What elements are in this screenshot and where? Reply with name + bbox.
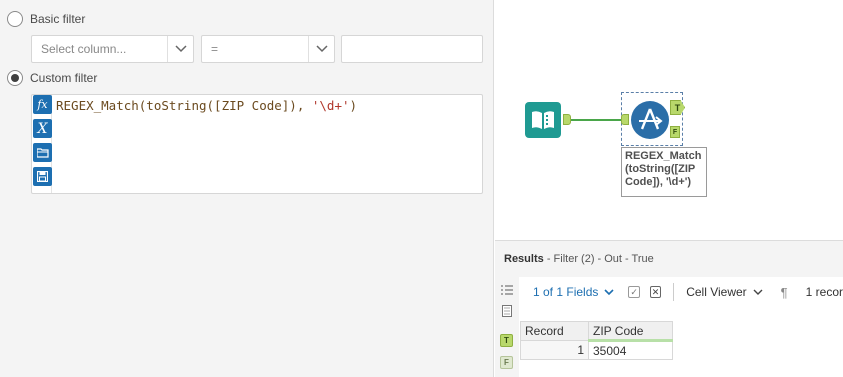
variable-icon[interactable]: X (33, 119, 52, 138)
false-output-anchor[interactable]: F (670, 126, 680, 138)
cell-viewer-dropdown[interactable]: Cell Viewer (686, 285, 763, 299)
pilcrow-icon[interactable]: ¶ (781, 285, 788, 300)
basic-filter-option[interactable]: Basic filter (7, 11, 85, 27)
expression-prefix: REGEX_Match(toString([ZIP Code]), (56, 98, 312, 113)
filter-tool[interactable] (631, 101, 669, 139)
filter-icon (639, 108, 663, 130)
results-header: Results - Filter (2) - Out - True (504, 253, 654, 265)
column-header-record[interactable]: Record (520, 321, 589, 341)
filter-value-input[interactable] (341, 35, 483, 63)
table-row: 1 35004 (520, 340, 673, 360)
expression-editor[interactable]: fx X REGEX_Match(toString([ZIP Code]), '… (31, 94, 483, 194)
basic-filter-label: Basic filter (30, 12, 86, 26)
chevron-down-icon (753, 289, 763, 295)
connection-line[interactable] (571, 119, 623, 121)
record-number-cell[interactable]: 1 (520, 340, 589, 360)
false-anchor-badge[interactable]: F (500, 356, 513, 369)
operator-select[interactable]: = (201, 35, 335, 63)
fields-dropdown[interactable]: 1 of 1 Fields (533, 285, 614, 299)
results-sidebar: T F (495, 275, 519, 377)
function-icon[interactable]: fx (33, 95, 52, 114)
results-title: Results (504, 253, 544, 265)
results-table: Record ZIP Code 1 35004 (520, 321, 673, 360)
fields-label: 1 of 1 Fields (533, 285, 599, 299)
list-icon[interactable] (500, 283, 514, 297)
custom-filter-radio[interactable] (7, 70, 23, 86)
true-anchor-badge[interactable]: T (500, 334, 513, 347)
results-grid-area: 1 of 1 Fields ✓ ✕ Cell Viewer ¶ 1 recor … (519, 277, 843, 377)
table-header-row: Record ZIP Code (520, 321, 673, 342)
results-subtitle: - Filter (2) - Out - True (546, 253, 654, 265)
input-data-tool[interactable] (525, 102, 561, 138)
expression-string-literal: '\d+' (311, 98, 350, 113)
close-box-icon[interactable]: ✕ (649, 286, 662, 298)
expression-suffix: ) (349, 98, 358, 113)
output-anchor[interactable] (563, 114, 571, 125)
zip-code-cell[interactable]: 35004 (588, 340, 673, 360)
tool-annotation: REGEX_Match (toString([ZIP Code]), '\d+'… (621, 147, 707, 197)
editor-gutter: fx X (32, 95, 52, 193)
expression-text[interactable]: REGEX_Match(toString([ZIP Code]), '\d+') (56, 98, 357, 113)
column-header-zip-code[interactable]: ZIP Code (588, 321, 673, 342)
open-folder-icon[interactable] (33, 143, 52, 162)
column-select[interactable]: Select column... (31, 35, 194, 63)
chevron-down-icon[interactable] (308, 36, 334, 62)
custom-filter-option[interactable]: Custom filter (7, 70, 97, 86)
table-icon[interactable] (500, 304, 514, 318)
save-icon[interactable] (33, 167, 52, 186)
basic-filter-radio[interactable] (7, 11, 23, 27)
chevron-down-icon[interactable] (167, 36, 193, 62)
filter-config-panel: Basic filter Select column... = Custom f… (0, 0, 494, 377)
cell-viewer-label: Cell Viewer (686, 285, 747, 299)
custom-filter-label: Custom filter (30, 71, 98, 85)
input-anchor[interactable] (621, 114, 629, 125)
results-toolbar: 1 of 1 Fields ✓ ✕ Cell Viewer ¶ 1 recor (519, 277, 843, 307)
checkbox-icon[interactable]: ✓ (628, 286, 640, 298)
book-icon (532, 111, 554, 129)
record-count: 1 recor (805, 285, 843, 299)
results-panel: Results - Filter (2) - Out - True T F 1 … (495, 240, 843, 377)
operator-select-value: = (211, 42, 219, 56)
toolbar-divider (673, 283, 675, 301)
column-select-value: Select column... (41, 42, 127, 56)
chevron-down-icon (604, 288, 614, 295)
